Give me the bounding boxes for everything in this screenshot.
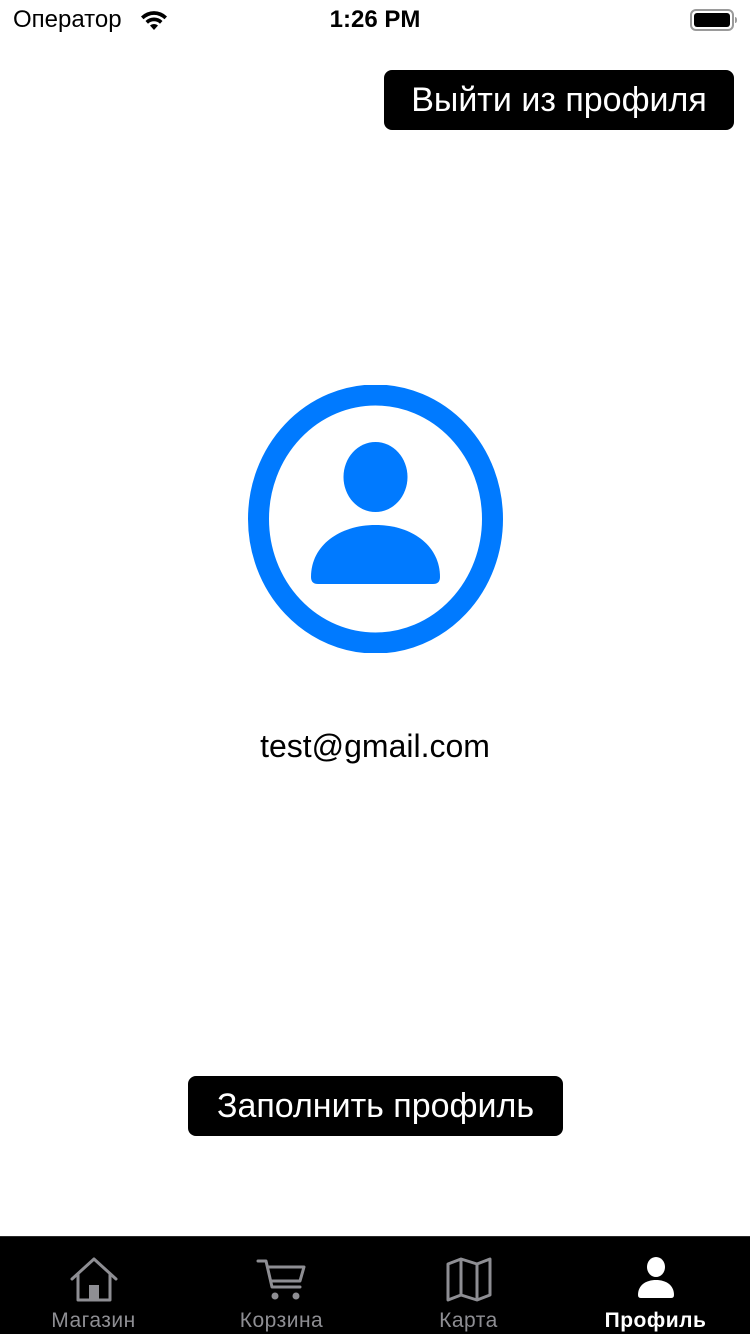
tab-profile[interactable]: Профиль [562, 1237, 749, 1334]
tab-label: Магазин [51, 1309, 136, 1332]
person-icon [637, 1257, 674, 1298]
tab-bar: Магазин Корзина Карта Профиль [0, 1236, 750, 1334]
tab-label: Корзина [239, 1309, 324, 1332]
logout-button[interactable]: Выйти из профиля [384, 70, 734, 130]
tab-cart[interactable]: Корзина [188, 1237, 375, 1334]
map-icon [446, 1257, 491, 1302]
status-bar: Оператор 1:26 PM [0, 0, 750, 40]
house-icon [70, 1257, 117, 1302]
cart-icon [256, 1259, 305, 1300]
user-email: test@gmail.com [260, 728, 490, 764]
person-circle-icon [248, 385, 503, 653]
fill-profile-button[interactable]: Заполнить профиль [188, 1076, 563, 1136]
tab-map[interactable]: Карта [375, 1237, 562, 1334]
battery-icon [690, 9, 737, 31]
profile-screen: Оператор 1:26 PM Выйти из профиля test@g… [0, 0, 750, 1334]
clock: 1:26 PM [329, 6, 421, 33]
tab-label: Профиль [604, 1309, 707, 1332]
tab-label: Карта [439, 1309, 498, 1332]
tab-shop[interactable]: Магазин [0, 1237, 187, 1334]
